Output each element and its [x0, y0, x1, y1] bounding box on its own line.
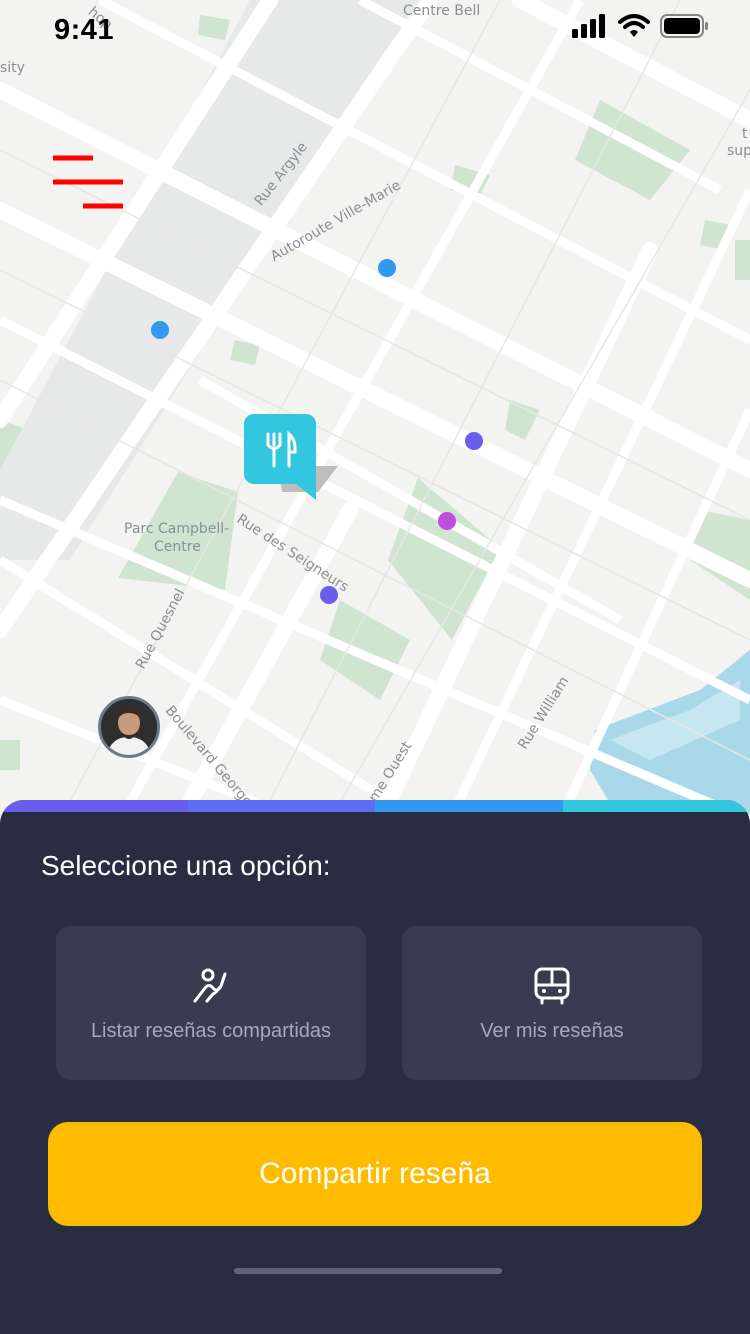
avatar-photo	[101, 699, 157, 755]
user-avatar[interactable]	[98, 696, 160, 758]
map-label-parc-line1: Parc Campbell-	[124, 521, 230, 537]
status-bar: 9:41	[0, 0, 750, 60]
route-path-icon	[193, 968, 227, 1003]
map-marker-dot[interactable]	[378, 259, 396, 277]
menu-icon	[53, 155, 123, 209]
map-marker-dot[interactable]	[465, 432, 483, 450]
option-my-reviews[interactable]: Ver mis reseñas	[402, 926, 702, 1080]
wifi-icon	[618, 14, 650, 37]
map-base	[0, 0, 750, 820]
map-view[interactable]: Centre Bell hop sity Rue Argyle Autorout…	[0, 0, 750, 820]
sheet-prompt: Seleccione una opción:	[41, 850, 331, 881]
map-marker-dot[interactable]	[438, 512, 456, 530]
menu-button[interactable]	[50, 150, 126, 214]
map-label-sity: sity	[0, 60, 25, 76]
option-label: Ver mis reseñas	[480, 1020, 624, 1042]
map-label-right-sup: sup	[727, 143, 750, 159]
home-indicator[interactable]	[234, 1268, 502, 1274]
bus-icon	[534, 967, 570, 1005]
sheet-accent-stripe	[0, 800, 750, 812]
share-review-button[interactable]: Compartir reseña	[48, 1122, 702, 1226]
map-marker-dot[interactable]	[320, 586, 338, 604]
restaurant-pin[interactable]	[244, 414, 340, 509]
status-time: 9:41	[54, 14, 115, 46]
option-label: Listar reseñas compartidas	[90, 1020, 332, 1042]
map-marker-dot[interactable]	[151, 321, 169, 339]
bottom-sheet: Seleccione una opción: Listar reseñas co…	[0, 800, 750, 1334]
restaurant-fork-knife-icon	[244, 414, 338, 500]
map-label-parc-line2: Centre	[154, 539, 201, 555]
signal-icon	[572, 14, 605, 38]
map-label-right-t: t	[742, 126, 748, 142]
battery-icon	[660, 14, 708, 38]
option-list-shared-reviews[interactable]: Listar reseñas compartidas	[56, 926, 366, 1080]
status-icons	[572, 14, 710, 38]
